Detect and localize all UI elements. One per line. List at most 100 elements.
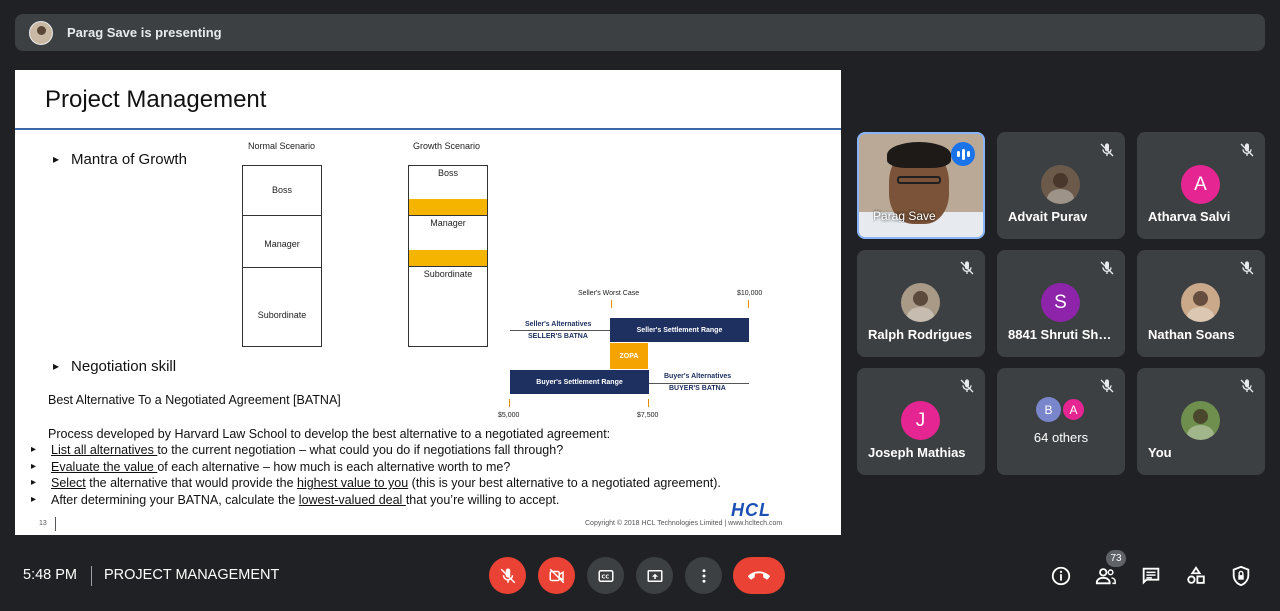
hang-up-icon	[748, 570, 770, 580]
buyer-batna-label: BUYER'S BATNA	[669, 385, 726, 392]
avatar	[1181, 401, 1220, 440]
tick-marker	[748, 300, 749, 308]
normal-manager: Manager	[243, 215, 321, 267]
growth-band-upper	[409, 199, 487, 215]
title-divider	[15, 128, 841, 130]
avatar: A	[1181, 165, 1220, 204]
buyer-settlement-range: Buyer's Settlement Range	[510, 370, 649, 394]
participant-name: Joseph Mathias	[868, 445, 966, 460]
activities-button[interactable]	[1185, 565, 1207, 587]
mic-off-icon	[959, 378, 975, 394]
video-glasses	[897, 176, 941, 184]
growth-manager: Manager	[409, 215, 487, 250]
present-screen-icon	[647, 569, 662, 582]
mic-off-icon	[1099, 378, 1115, 394]
avatar: A	[1061, 397, 1086, 422]
buyer-arrow	[649, 383, 749, 384]
camera-toggle-button[interactable]	[538, 557, 575, 594]
participant-tile[interactable]: S 8841 Shruti Shetty	[997, 250, 1125, 357]
leave-call-button[interactable]	[733, 557, 785, 594]
tick-marker	[611, 300, 612, 308]
participant-tile[interactable]: A Atharva Salvi	[1137, 132, 1265, 239]
participant-tile[interactable]: Nathan Soans	[1137, 250, 1265, 357]
participant-name: Ralph Rodrigues	[868, 327, 973, 342]
seller-alternatives-label: Seller's Alternatives	[525, 321, 592, 328]
mic-off-icon	[1099, 260, 1115, 276]
participant-tile[interactable]: B A 64 others	[997, 368, 1125, 475]
participant-tile[interactable]: J Joseph Mathias	[857, 368, 985, 475]
captions-button[interactable]: CC	[587, 557, 624, 594]
mic-toggle-button[interactable]	[489, 557, 526, 594]
growth-boss: Boss	[437, 168, 458, 178]
chat-button[interactable]	[1140, 565, 1162, 587]
svg-text:CC: CC	[601, 574, 609, 580]
participant-tile[interactable]: Parag Save	[857, 132, 985, 239]
seller-batna-label: SELLER'S BATNA	[528, 333, 588, 340]
presenting-bar: Parag Save is presenting	[15, 14, 1265, 51]
presentation-slide: Project Management Mantra of Growth Nego…	[15, 70, 841, 535]
divider	[91, 566, 92, 586]
growth-subordinate: Subordinate	[409, 266, 487, 347]
participant-name: You	[1148, 445, 1172, 460]
mid-value-label: $7,500	[637, 412, 659, 419]
hcl-logo: HCL	[731, 500, 771, 520]
more-options-button[interactable]	[685, 557, 722, 594]
present-now-button[interactable]	[636, 557, 673, 594]
participant-name: 8841 Shruti Shetty	[1008, 327, 1118, 342]
participant-tile[interactable]: Advait Purav	[997, 132, 1125, 239]
participant-tile[interactable]: You	[1137, 368, 1265, 475]
mic-off-icon	[1239, 260, 1255, 276]
avatar	[1041, 165, 1080, 204]
normal-scenario-heading: Normal Scenario	[248, 141, 316, 151]
process-intro: Process developed by Harvard Law School …	[48, 427, 611, 441]
normal-boss: Boss	[271, 185, 292, 195]
slide-title: Project Management	[45, 86, 267, 113]
video-hair	[887, 142, 951, 168]
seller-arrow	[510, 330, 610, 331]
tick-marker	[509, 399, 510, 407]
batna-title: Best Alternative To a Negotiated Agreeme…	[48, 393, 341, 407]
list-item: Evaluate the value of each alternative –…	[31, 460, 510, 474]
participant-name: Advait Purav	[1008, 209, 1088, 224]
mic-off-icon	[959, 260, 975, 276]
participant-name: 64 others	[1033, 430, 1089, 445]
growth-scenario-heading: Growth Scenario	[413, 141, 481, 151]
closed-captions-icon: CC	[598, 569, 613, 582]
avatar	[901, 283, 940, 322]
bullet-mantra: Mantra of Growth	[53, 151, 187, 168]
slide-copyright: Copyright © 2018 HCL Technologies Limite…	[585, 520, 783, 527]
avatar: J	[901, 401, 940, 440]
zopa-box: ZOPA	[610, 343, 648, 369]
meeting-details-button[interactable]	[1050, 565, 1072, 587]
speaking-indicator-icon	[951, 142, 975, 166]
activities-icon	[1187, 566, 1205, 584]
presenter-avatar	[29, 20, 53, 45]
mic-off-icon	[1239, 378, 1255, 394]
bullet-negotiation: Negotiation skill	[53, 358, 176, 375]
meeting-title: PROJECT MANAGEMENT	[104, 567, 280, 583]
normal-scenario-column: Boss Manager Subordinate	[242, 165, 322, 347]
tick-marker	[648, 399, 649, 407]
host-controls-button[interactable]	[1230, 565, 1252, 587]
list-item: After determining your BATNA, calculate …	[31, 493, 559, 507]
info-icon	[1051, 566, 1071, 586]
clock: 5:48 PM	[23, 567, 77, 583]
participant-tile[interactable]: Ralph Rodrigues	[857, 250, 985, 357]
shield-lock-icon	[1232, 565, 1250, 587]
participant-name: Parag Save	[873, 209, 936, 223]
top-value-label: $10,000	[737, 290, 763, 297]
seller-settlement-range: Seller's Settlement Range	[610, 318, 749, 342]
presenting-label: Parag Save is presenting	[67, 25, 222, 40]
people-icon	[1095, 568, 1116, 585]
people-button[interactable]	[1095, 565, 1117, 587]
avatar: S	[1041, 283, 1080, 322]
low-value-label: $5,000	[498, 412, 520, 419]
camera-off-icon	[549, 568, 564, 583]
mic-off-icon	[1239, 142, 1255, 158]
avatar: B	[1036, 397, 1061, 422]
growth-scenario-column: Boss Manager Subordinate	[408, 165, 488, 347]
people-count-badge: 73	[1106, 550, 1126, 567]
page-divider	[55, 517, 56, 531]
normal-subordinate: Subordinate	[243, 267, 321, 347]
list-item: List all alternatives to the current neg…	[31, 443, 563, 457]
